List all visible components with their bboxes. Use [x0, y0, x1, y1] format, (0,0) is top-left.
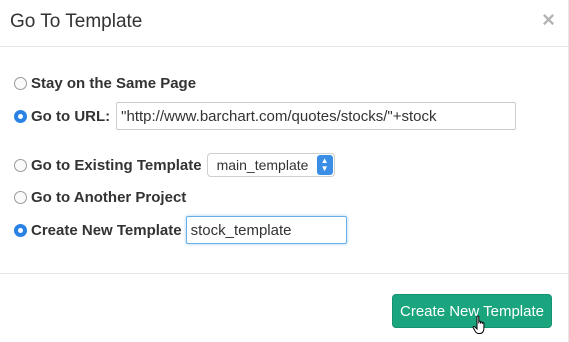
option-create-new-template[interactable]: Create New Template — [14, 215, 347, 245]
dialog-footer: Create New Template — [0, 273, 569, 342]
option-label-project: Go to Another Project — [31, 188, 187, 206]
close-icon[interactable]: × — [542, 9, 555, 31]
template-name-input[interactable] — [185, 216, 347, 244]
option-label-existing: Go to Existing Template — [31, 156, 202, 174]
go-to-template-dialog: Go To Template × Stay on the Same Page G… — [0, 0, 569, 342]
url-input[interactable] — [116, 102, 517, 130]
radio-go-to-another-project[interactable] — [14, 190, 27, 204]
hand-pointer-cursor-icon — [472, 315, 485, 334]
option-label-create: Create New Template — [31, 221, 182, 239]
option-go-to-url[interactable]: Go to URL: — [14, 101, 517, 131]
dialog-header: Go To Template × — [0, 0, 569, 47]
option-label-url: Go to URL: — [31, 107, 111, 125]
radio-stay-on-same-page[interactable] — [14, 76, 27, 90]
option-go-to-another-project[interactable]: Go to Another Project — [14, 182, 186, 212]
option-label-stay: Stay on the Same Page — [31, 74, 197, 92]
option-stay-on-same-page[interactable]: Stay on the Same Page — [14, 68, 196, 98]
template-select[interactable]: main_template ▲ ▼ — [206, 153, 335, 177]
radio-go-to-existing-template[interactable] — [14, 158, 27, 172]
radio-go-to-url[interactable] — [14, 109, 27, 123]
radio-create-new-template[interactable] — [14, 223, 27, 237]
dialog-body: Stay on the Same Page Go to URL: Go to E… — [0, 47, 569, 273]
template-select-value: main_template — [216, 157, 309, 173]
option-go-to-existing-template[interactable]: Go to Existing Template main_template ▲ … — [14, 150, 335, 180]
dialog-title: Go To Template — [10, 11, 143, 32]
chevron-up-down-icon[interactable]: ▲ ▼ — [316, 155, 333, 175]
